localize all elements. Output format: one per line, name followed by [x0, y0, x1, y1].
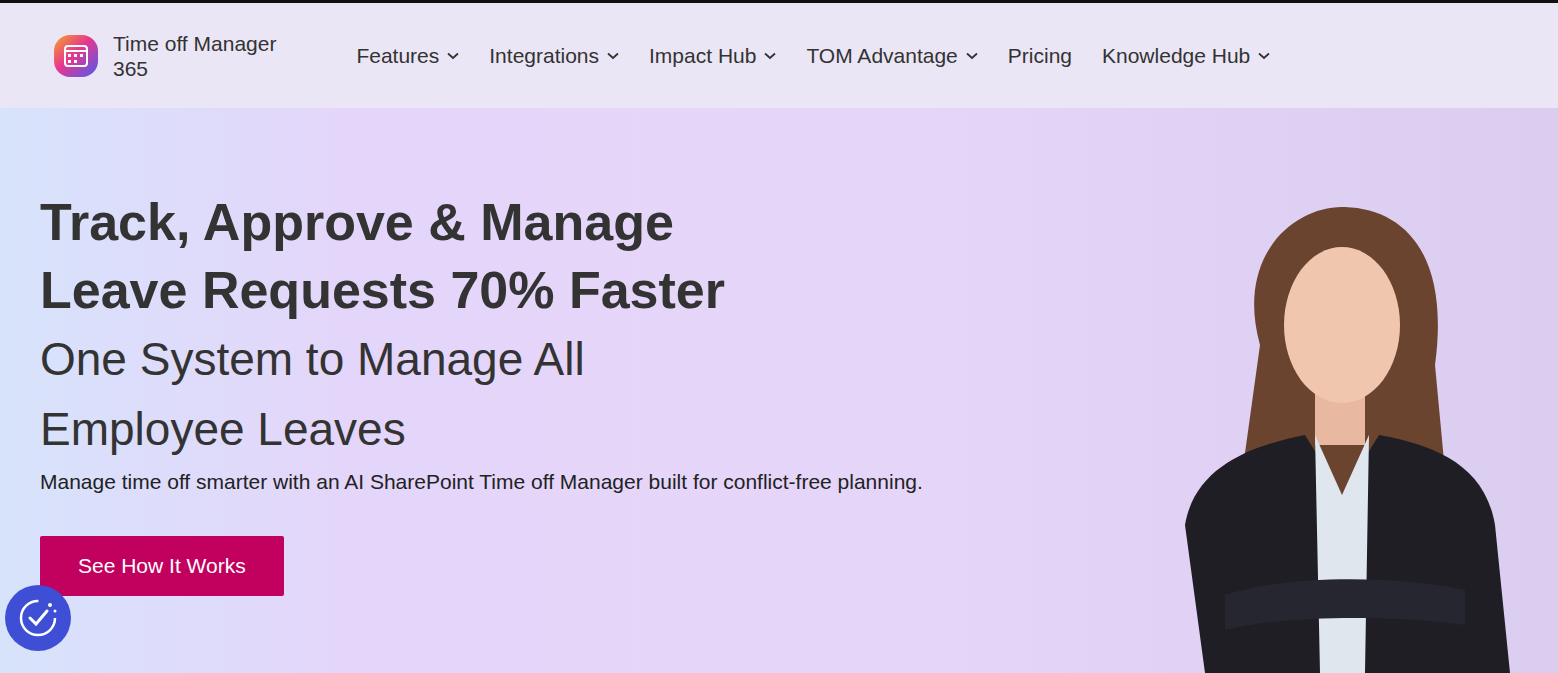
logo-text: Time off Manager 365	[113, 31, 276, 81]
cookie-check-icon	[16, 596, 60, 640]
headline: Track, Approve & ManageLeave Requests 70…	[40, 188, 923, 324]
nav-label: Impact Hub	[649, 40, 756, 72]
hero: Track, Approve & ManageLeave Requests 70…	[0, 108, 1558, 673]
chevron-down-icon	[447, 52, 459, 60]
subtitle-line: One System to Manage All	[40, 324, 923, 394]
headline-line: Track, Approve & Manage	[40, 188, 923, 256]
hero-photo	[1165, 195, 1515, 673]
logo[interactable]: Time off Manager 365	[52, 31, 276, 81]
nav-label: Pricing	[1008, 40, 1072, 72]
chevron-down-icon	[607, 52, 619, 60]
nav-item[interactable]: Impact Hub	[649, 40, 776, 72]
nav-label: Knowledge Hub	[1102, 40, 1250, 72]
main-menu: Features Integrations Impact Hub TOM Advant…	[356, 40, 1270, 72]
chevron-down-icon	[1258, 52, 1270, 60]
nav-label: Integrations	[489, 40, 599, 72]
cookie-settings-button[interactable]	[5, 585, 71, 651]
calendar-logo-icon	[52, 31, 102, 81]
logo-line: 365	[113, 56, 276, 81]
nav-item[interactable]: Features	[356, 40, 459, 72]
chevron-down-icon	[966, 52, 978, 60]
logo-line: Time off Manager	[113, 31, 276, 56]
hero-text: Track, Approve & ManageLeave Requests 70…	[40, 108, 923, 673]
nav-label: TOM Advantage	[806, 40, 957, 72]
top-navbar: Time off Manager 365 Features Integration…	[0, 3, 1558, 108]
nav-item[interactable]: TOM Advantage	[806, 40, 977, 72]
nav-item[interactable]: Pricing	[1008, 40, 1072, 72]
subtitle-line: Employee Leaves	[40, 394, 923, 464]
chevron-down-icon	[764, 52, 776, 60]
headline-line: Leave Requests 70% Faster	[40, 256, 923, 324]
subtitle: One System to Manage AllEmployee Leaves	[40, 324, 923, 464]
nav-item[interactable]: Knowledge Hub	[1102, 40, 1270, 72]
nav-item[interactable]: Integrations	[489, 40, 619, 72]
see-how-button[interactable]: See How It Works	[40, 536, 284, 596]
hero-description: Manage time off smarter with an AI Share…	[40, 464, 923, 499]
nav-label: Features	[356, 40, 439, 72]
